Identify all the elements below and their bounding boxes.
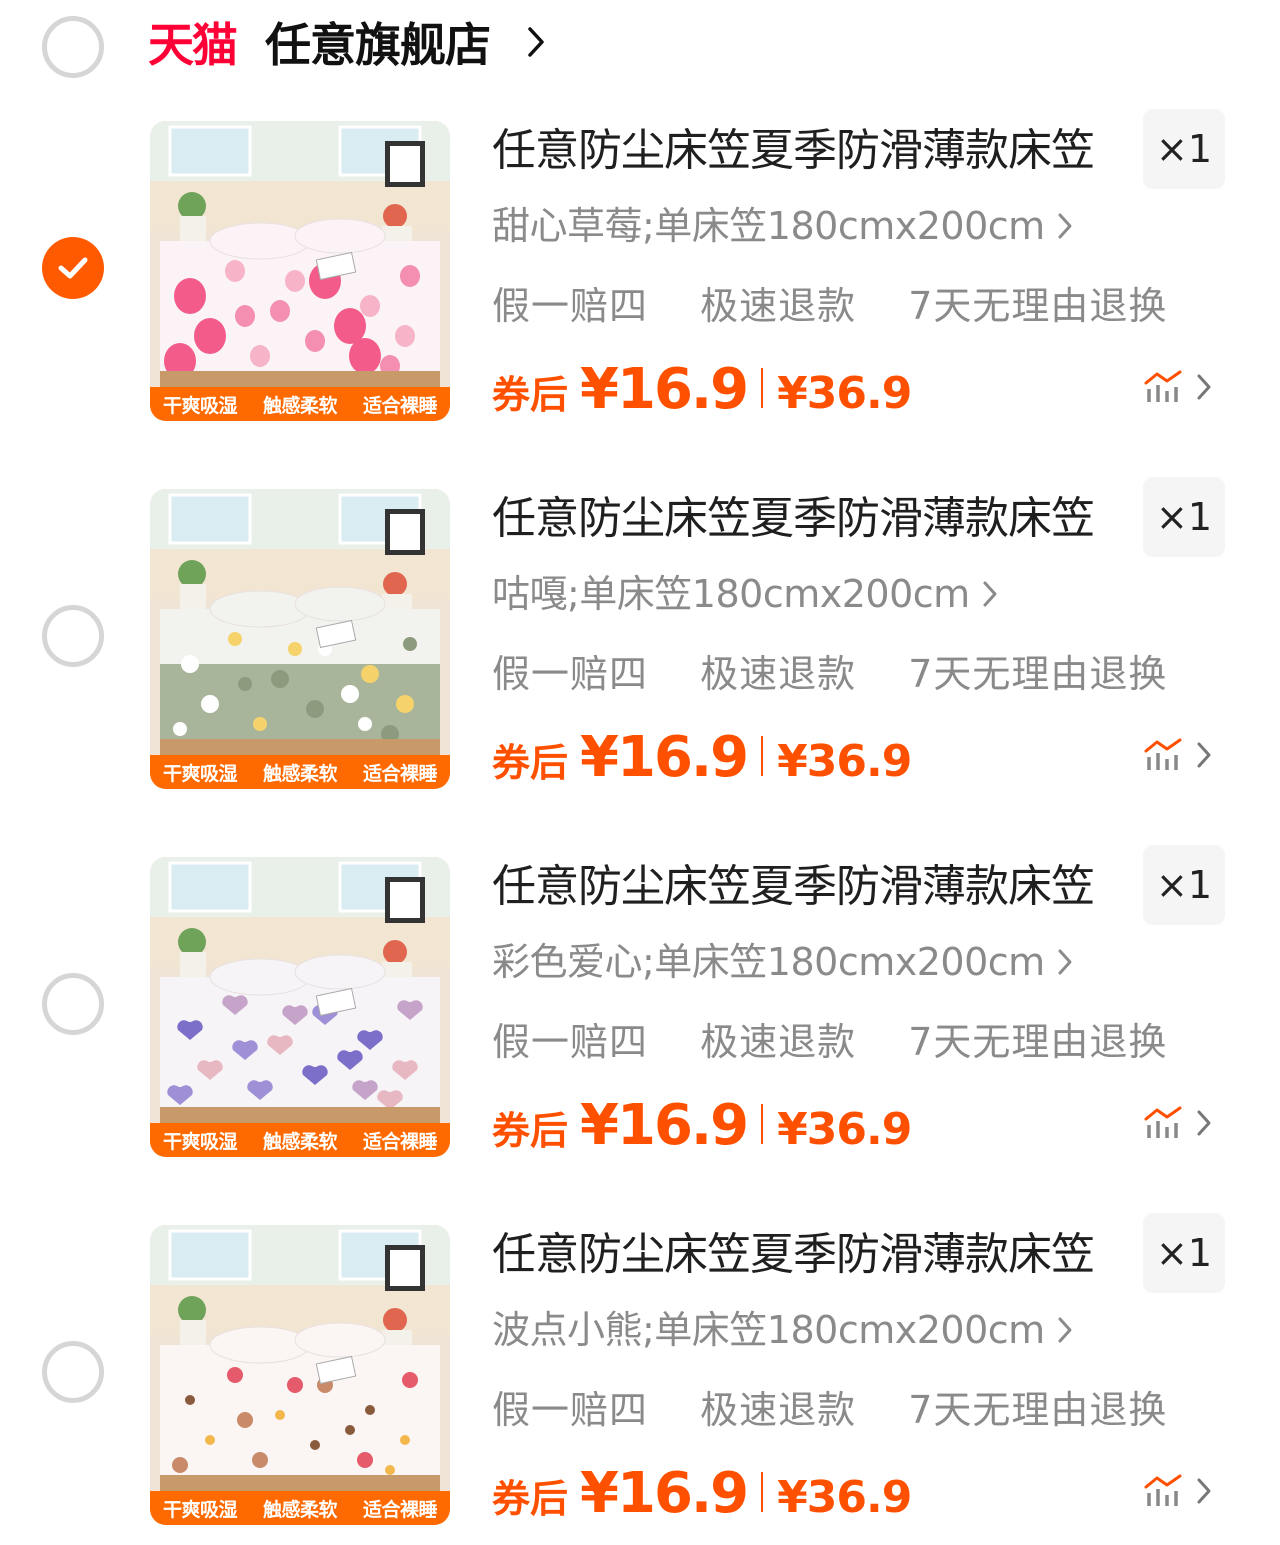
coupon-price: ¥16.9	[580, 1461, 749, 1526]
coupon-label: 券后	[492, 741, 569, 785]
product-title[interactable]: 任意防尘床笠夏季防滑薄款床笠	[492, 1227, 1095, 1283]
cart-item: 干爽吸湿 触感柔软 适合裸睡 任意防尘床笠夏季防滑薄款床笠 ×1 彩色爱心;单床…	[0, 845, 1280, 1177]
coupon-label: 券后	[492, 373, 569, 417]
chevron-right-icon	[1058, 213, 1072, 239]
product-title[interactable]: 任意防尘床笠夏季防滑薄款床笠	[492, 491, 1095, 547]
cart-item: 干爽吸湿 触感柔软 适合裸睡 任意防尘床笠夏季防滑薄款床笠 ×1 甜心草莓;单床…	[0, 109, 1280, 441]
sku-selector[interactable]: 彩色爱心;单床笠180cmx200cm	[492, 937, 1073, 987]
item-select-radio[interactable]	[42, 237, 104, 299]
chevron-right-icon[interactable]	[1196, 1109, 1212, 1137]
coupon-price: ¥16.9	[580, 357, 749, 422]
price-trend-icon[interactable]	[1143, 369, 1183, 405]
image-banner-text: 干爽吸湿	[162, 1130, 238, 1153]
image-banner-text: 干爽吸湿	[162, 762, 238, 785]
service-tag: 7天无理由退换	[908, 284, 1168, 328]
service-tag: 极速退款	[700, 1388, 857, 1432]
chevron-right-icon	[1058, 949, 1072, 975]
service-tag: 7天无理由退换	[908, 1020, 1168, 1064]
sku-label: 咕嘎;单床笠180cmx200cm	[492, 572, 970, 616]
product-image[interactable]: 干爽吸湿 触感柔软 适合裸睡	[150, 857, 450, 1157]
item-select-radio[interactable]	[42, 973, 104, 1035]
product-title[interactable]: 任意防尘床笠夏季防滑薄款床笠	[492, 123, 1095, 179]
quantity-button[interactable]: ×1	[1143, 477, 1225, 557]
chevron-right-icon[interactable]	[1196, 1477, 1212, 1505]
image-banner: 干爽吸湿 触感柔软 适合裸睡	[150, 1123, 450, 1157]
item-select-radio[interactable]	[42, 605, 104, 667]
store-header: 天猫 任意旗舰店	[0, 0, 1280, 100]
quantity-button[interactable]: ×1	[1143, 109, 1225, 189]
sku-selector[interactable]: 咕嘎;单床笠180cmx200cm	[492, 569, 998, 619]
original-price: ¥36.9	[777, 1472, 912, 1523]
service-tags: 假一赔四 极速退款 7天无理由退换	[492, 1017, 1207, 1067]
sku-label: 波点小熊;单床笠180cmx200cm	[492, 1308, 1045, 1352]
service-tag: 假一赔四	[492, 652, 649, 696]
service-tag: 极速退款	[700, 652, 857, 696]
service-tags: 假一赔四 极速退款 7天无理由退换	[492, 649, 1207, 699]
coupon-label: 券后	[492, 1477, 569, 1521]
price-row: 券后 ¥16.9 ¥36.9	[492, 1093, 912, 1158]
service-tag: 极速退款	[700, 1020, 857, 1064]
quantity-button[interactable]: ×1	[1143, 1213, 1225, 1293]
product-image[interactable]: 干爽吸湿 触感柔软 适合裸睡	[150, 121, 450, 421]
tmall-logo: 天猫	[148, 18, 238, 72]
sku-selector[interactable]: 波点小熊;单床笠180cmx200cm	[492, 1305, 1073, 1355]
item-select-radio[interactable]	[42, 1341, 104, 1403]
service-tag: 极速退款	[700, 284, 857, 328]
product-image[interactable]: 干爽吸湿 触感柔软 适合裸睡	[150, 1225, 450, 1525]
price-row: 券后 ¥16.9 ¥36.9	[492, 357, 912, 422]
original-price: ¥36.9	[777, 368, 912, 419]
image-banner-text: 触感柔软	[262, 1498, 338, 1521]
image-banner: 干爽吸湿 触感柔软 适合裸睡	[150, 755, 450, 789]
chevron-right-icon	[983, 581, 997, 607]
coupon-price: ¥16.9	[580, 1093, 749, 1158]
image-banner-text: 适合裸睡	[362, 762, 438, 785]
sku-label: 甜心草莓;单床笠180cmx200cm	[492, 204, 1045, 248]
service-tag: 7天无理由退换	[908, 1388, 1168, 1432]
sku-selector[interactable]: 甜心草莓;单床笠180cmx200cm	[492, 201, 1073, 251]
price-trend-icon[interactable]	[1143, 1105, 1183, 1141]
sku-label: 彩色爱心;单床笠180cmx200cm	[492, 940, 1045, 984]
chevron-right-icon	[1058, 1317, 1072, 1343]
cart-item: 干爽吸湿 触感柔软 适合裸睡 任意防尘床笠夏季防滑薄款床笠 ×1 波点小熊;单床…	[0, 1213, 1280, 1545]
image-banner-text: 触感柔软	[262, 1130, 338, 1153]
price-divider	[761, 1472, 764, 1512]
service-tag: 假一赔四	[492, 1388, 649, 1432]
price-row: 券后 ¥16.9 ¥36.9	[492, 725, 912, 790]
image-banner: 干爽吸湿 触感柔软 适合裸睡	[150, 387, 450, 421]
service-tag: 7天无理由退换	[908, 652, 1168, 696]
quantity-button[interactable]: ×1	[1143, 845, 1225, 925]
price-row: 券后 ¥16.9 ¥36.9	[492, 1461, 912, 1526]
service-tag: 假一赔四	[492, 284, 649, 328]
image-banner-text: 触感柔软	[262, 394, 338, 417]
price-divider	[761, 1104, 764, 1144]
chevron-right-icon[interactable]	[1196, 741, 1212, 769]
service-tags: 假一赔四 极速退款 7天无理由退换	[492, 281, 1207, 331]
service-tag: 假一赔四	[492, 1020, 649, 1064]
coupon-label: 券后	[492, 1109, 569, 1153]
service-tags: 假一赔四 极速退款 7天无理由退换	[492, 1385, 1207, 1435]
cart-item: 干爽吸湿 触感柔软 适合裸睡 任意防尘床笠夏季防滑薄款床笠 ×1 咕嘎;单床笠1…	[0, 477, 1280, 809]
product-image[interactable]: 干爽吸湿 触感柔软 适合裸睡	[150, 489, 450, 789]
checkmark-icon	[58, 257, 88, 279]
price-divider	[761, 736, 764, 776]
store-name-link[interactable]: 任意旗舰店	[265, 14, 491, 76]
chevron-right-icon[interactable]	[1196, 373, 1212, 401]
price-trend-icon[interactable]	[1143, 1473, 1183, 1509]
coupon-price: ¥16.9	[580, 725, 749, 790]
chevron-right-icon[interactable]	[527, 26, 545, 58]
product-title[interactable]: 任意防尘床笠夏季防滑薄款床笠	[492, 859, 1095, 915]
image-banner: 干爽吸湿 触感柔软 适合裸睡	[150, 1491, 450, 1525]
store-select-radio[interactable]	[42, 16, 104, 78]
image-banner-text: 适合裸睡	[362, 1130, 438, 1153]
image-banner-text: 干爽吸湿	[162, 1498, 238, 1521]
original-price: ¥36.9	[777, 736, 912, 787]
original-price: ¥36.9	[777, 1104, 912, 1155]
image-banner-text: 适合裸睡	[362, 1498, 438, 1521]
price-trend-icon[interactable]	[1143, 737, 1183, 773]
price-divider	[761, 368, 764, 408]
image-banner-text: 适合裸睡	[362, 394, 438, 417]
image-banner-text: 触感柔软	[262, 762, 338, 785]
image-banner-text: 干爽吸湿	[162, 394, 238, 417]
